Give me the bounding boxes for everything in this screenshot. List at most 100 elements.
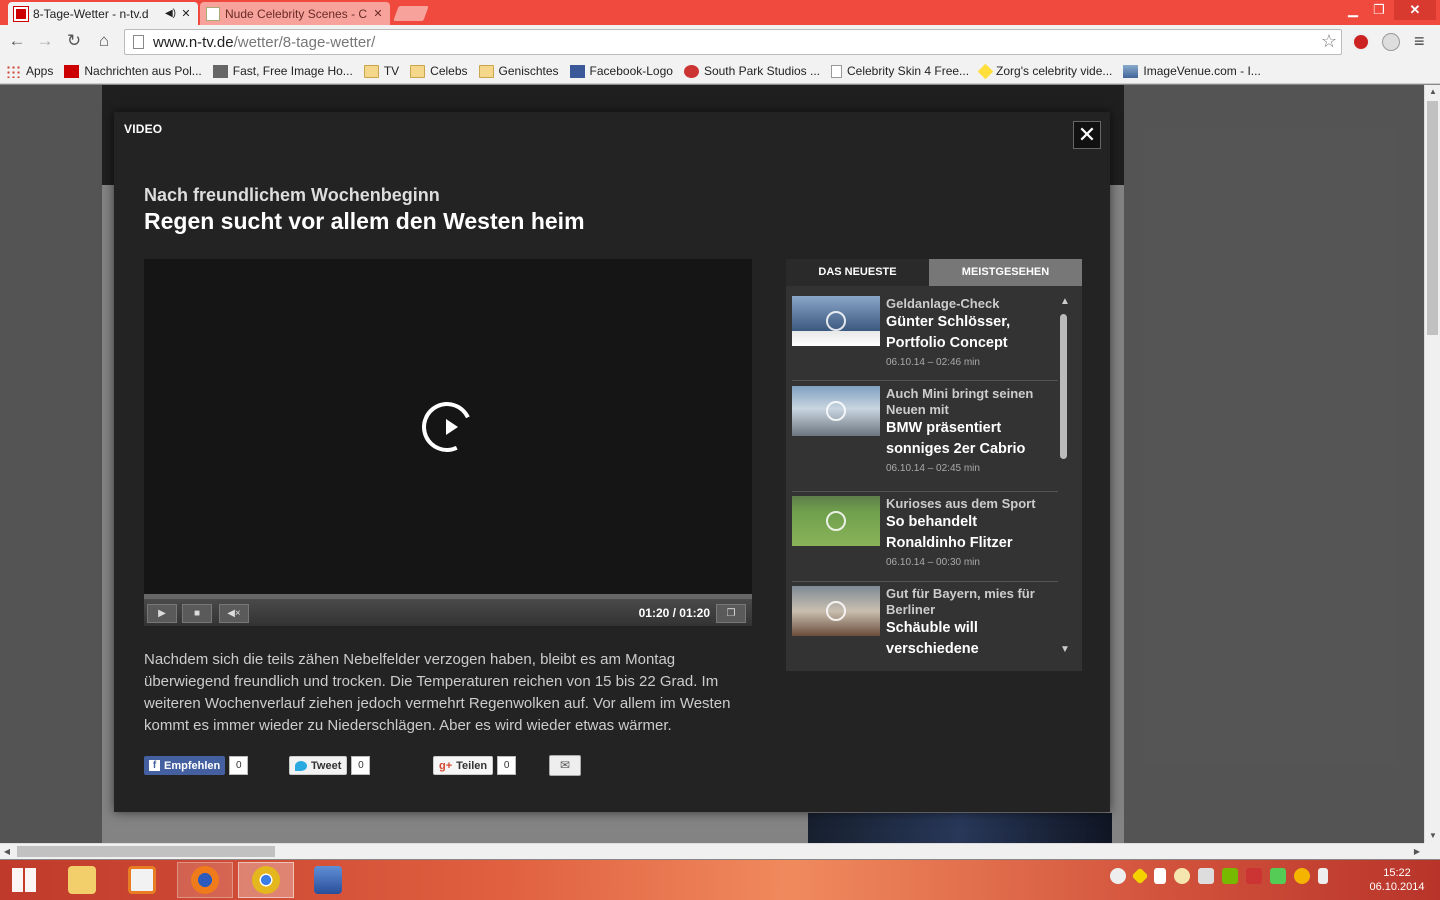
tab-ntv-weather[interactable]: 8-Tage-Wetter - n-tv.d ◀) ✕: [8, 2, 198, 25]
vertical-scroll-thumb[interactable]: [1427, 101, 1438, 335]
taskbar-explorer[interactable]: [54, 862, 110, 898]
gplus-share: g+ Teilen 0: [433, 755, 517, 776]
bookmark-imagevenue[interactable]: ImageVenue.com - I...: [1123, 64, 1261, 78]
list-scrollbar[interactable]: [1060, 314, 1067, 459]
tray-flag-icon[interactable]: [1154, 868, 1166, 884]
bookmark-folder-tv[interactable]: TV: [363, 64, 399, 78]
scroll-up-arrow-icon[interactable]: ▲: [1425, 85, 1440, 99]
list-item[interactable]: Auch Mini bringt seinen Neuen mit BMW pr…: [792, 386, 1058, 492]
tab-close-icon[interactable]: ✕: [180, 7, 192, 20]
item-title[interactable]: Günter Schlösser, Portfolio Concept: [886, 312, 1058, 354]
tab-most-viewed[interactable]: MEISTGESEHEN: [929, 259, 1082, 286]
play-icon[interactable]: [446, 419, 458, 435]
video-list-tabs: DAS NEUESTE MEISTGESEHEN: [786, 259, 1082, 286]
clock-time: 15:22: [1383, 867, 1411, 879]
taskbar-media-player[interactable]: [114, 862, 170, 898]
taskbar-chrome[interactable]: [238, 862, 294, 898]
list-scroll-down-icon[interactable]: ▼: [1058, 644, 1072, 655]
bookmark-celebrity-skin[interactable]: Celebrity Skin 4 Free...: [831, 64, 969, 78]
list-scroll-up-icon[interactable]: ▲: [1058, 296, 1072, 307]
bookmark-star-icon[interactable]: ☆: [1321, 31, 1337, 52]
page-viewport: VIDEO ✕ Nach freundlichem Wochenbeginn R…: [0, 85, 1424, 843]
play-icon: [826, 511, 846, 531]
tweet-count: 0: [351, 756, 371, 775]
url-path: /wetter/8-tage-wetter/: [233, 33, 376, 51]
horizontal-scroll-thumb[interactable]: [17, 846, 275, 857]
tray-network-icon[interactable]: [1131, 867, 1149, 885]
video-thumbnail[interactable]: [792, 586, 880, 636]
reload-icon[interactable]: ↻: [63, 30, 85, 52]
item-title[interactable]: So behandelt Ronaldinho Flitzer: [886, 512, 1058, 554]
globe-extension-icon[interactable]: [1382, 33, 1400, 51]
scroll-down-arrow-icon[interactable]: ▼: [1425, 829, 1440, 843]
tab-celebrity-scenes[interactable]: Nude Celebrity Scenes - C ✕: [200, 2, 390, 25]
image-host-icon: [212, 64, 228, 78]
item-title[interactable]: BMW präsentiert sonniges 2er Cabrio: [886, 418, 1058, 460]
address-bar[interactable]: www.n-tv.de /wetter/8-tage-wetter/ ☆: [124, 29, 1342, 55]
back-arrow-icon[interactable]: ←: [6, 30, 28, 52]
vertical-scrollbar[interactable]: ▲ ▼: [1424, 85, 1440, 843]
tray-security-icon[interactable]: [1270, 868, 1286, 884]
bookmark-nachrichten[interactable]: Nachrichten aus Pol...: [64, 64, 202, 78]
tray-update-icon[interactable]: [1294, 868, 1310, 884]
gplus-count: 0: [497, 756, 517, 775]
minimize-button[interactable]: ▁: [1340, 0, 1366, 20]
tab-newest[interactable]: DAS NEUESTE: [786, 259, 929, 286]
video-thumbnail[interactable]: [792, 296, 880, 346]
bookmark-south-park[interactable]: South Park Studios ...: [683, 64, 820, 78]
bookmark-zorg[interactable]: Zorg's celebrity vide...: [977, 63, 1112, 79]
facebook-icon: f: [149, 760, 160, 771]
folder-icon: [410, 64, 426, 78]
chrome-menu-icon[interactable]: ≡: [1414, 31, 1425, 52]
modal-close-button[interactable]: ✕: [1073, 121, 1101, 149]
tab-close-icon[interactable]: ✕: [372, 7, 384, 20]
ntv-icon: [64, 64, 80, 78]
new-tab-button[interactable]: [393, 6, 429, 21]
video-list: Geldanlage-Check Günter Schlösser, Portf…: [792, 296, 1058, 666]
remote-desktop-icon: [314, 866, 342, 894]
taskbar-remote-desktop[interactable]: [300, 862, 356, 898]
tray-nvidia-icon[interactable]: [1222, 868, 1238, 884]
item-title[interactable]: Schäuble will verschiedene: [886, 618, 1058, 660]
video-player[interactable]: ▶ ■ ◀× 01:20 / 01:20 ❐: [144, 259, 752, 626]
list-item[interactable]: Kurioses aus dem Sport So behandelt Rona…: [792, 496, 1058, 582]
horizontal-scrollbar[interactable]: ◀ ▶: [0, 843, 1424, 859]
video-thumbnail[interactable]: [792, 386, 880, 436]
facebook-recommend-button[interactable]: f Empfehlen: [144, 756, 226, 775]
fullscreen-button[interactable]: ❐: [716, 604, 746, 623]
system-clock[interactable]: 15:22 06.10.2014: [1360, 866, 1434, 894]
bookmark-folder-genischtes[interactable]: Genischtes: [478, 64, 559, 78]
bookmark-apps[interactable]: Apps: [6, 64, 53, 78]
bookmark-facebook-logo[interactable]: Facebook-Logo: [569, 64, 673, 78]
stop-button[interactable]: ■: [182, 604, 212, 623]
tray-speaker-app-icon[interactable]: [1246, 868, 1262, 884]
gplus-share-button[interactable]: g+ Teilen: [433, 756, 494, 775]
facebook-count: 0: [229, 756, 249, 775]
modal-label: VIDEO: [124, 122, 163, 136]
scroll-left-arrow-icon[interactable]: ◀: [0, 844, 14, 860]
tweet-button[interactable]: Tweet: [289, 756, 348, 775]
timecode: 01:20 / 01:20: [638, 606, 710, 620]
play-button[interactable]: ▶: [147, 604, 177, 623]
start-button[interactable]: [0, 862, 48, 898]
bookmark-folder-celebs[interactable]: Celebs: [410, 64, 468, 78]
apps-icon: [6, 64, 21, 78]
tab-title: Nude Celebrity Scenes - C: [225, 6, 368, 21]
bookmark-image-host[interactable]: Fast, Free Image Ho...: [212, 64, 353, 78]
list-item[interactable]: Geldanlage-Check Günter Schlösser, Portf…: [792, 296, 1058, 381]
adblock-extension-icon[interactable]: [1352, 33, 1370, 51]
tray-app-icon[interactable]: [1110, 868, 1126, 884]
taskbar-firefox[interactable]: [177, 862, 233, 898]
mute-button[interactable]: ◀×: [219, 604, 249, 623]
tray-display-icon[interactable]: [1198, 868, 1214, 884]
forward-arrow-icon[interactable]: →: [34, 30, 56, 52]
email-share-icon[interactable]: ✉: [549, 755, 581, 776]
list-item[interactable]: Gut für Bayern, mies für Berliner Schäub…: [792, 586, 1058, 666]
maximize-button[interactable]: ❐: [1366, 0, 1392, 20]
scroll-right-arrow-icon[interactable]: ▶: [1410, 844, 1424, 860]
home-icon[interactable]: ⌂: [93, 30, 115, 52]
video-thumbnail[interactable]: [792, 496, 880, 546]
volume-icon[interactable]: [1318, 868, 1328, 884]
tray-bulb-icon[interactable]: [1174, 868, 1190, 884]
window-close-button[interactable]: ✕: [1394, 0, 1436, 20]
